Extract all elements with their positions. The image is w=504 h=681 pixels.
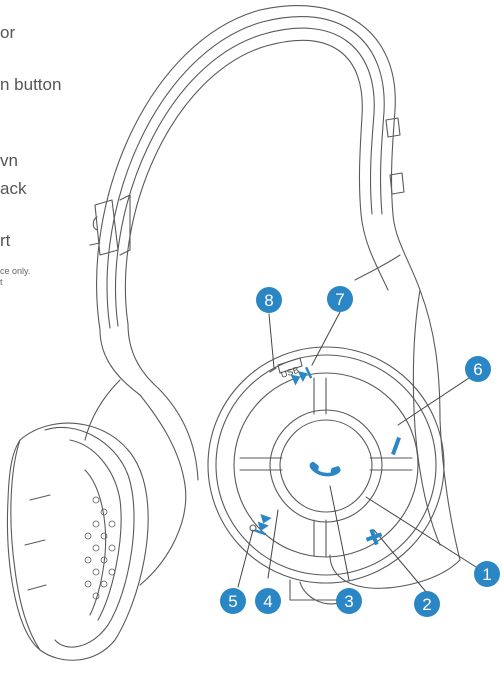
callout-3: 3 [336,588,362,614]
callout-6: 6 [465,356,491,382]
callout-1: 1 [474,561,500,587]
svg-text:7: 7 [335,290,344,309]
right-arm [329,213,461,589]
phone-icon [309,461,341,477]
svg-text:6: 6 [473,360,482,379]
svg-text:8: 8 [264,291,273,310]
svg-text:3: 3 [344,592,353,611]
headphone-diagram: USB 1 2 3 4 5 6 7 8 [6,5,500,661]
center-button-outline [269,409,383,523]
callout-5: 5 [220,588,246,614]
leader-lines [237,311,488,594]
callout-8: 8 [256,287,282,313]
callout-4: 4 [255,588,281,614]
callout-7: 7 [327,286,353,312]
svg-text:2: 2 [422,595,431,614]
callout-2: 2 [414,591,440,617]
svg-text:1: 1 [482,565,491,584]
svg-text:5: 5 [228,592,237,611]
left-arm [84,379,199,586]
svg-text:4: 4 [263,592,272,611]
minus-icon [391,436,401,456]
left-ear-cup [6,422,149,661]
headband [89,5,405,396]
